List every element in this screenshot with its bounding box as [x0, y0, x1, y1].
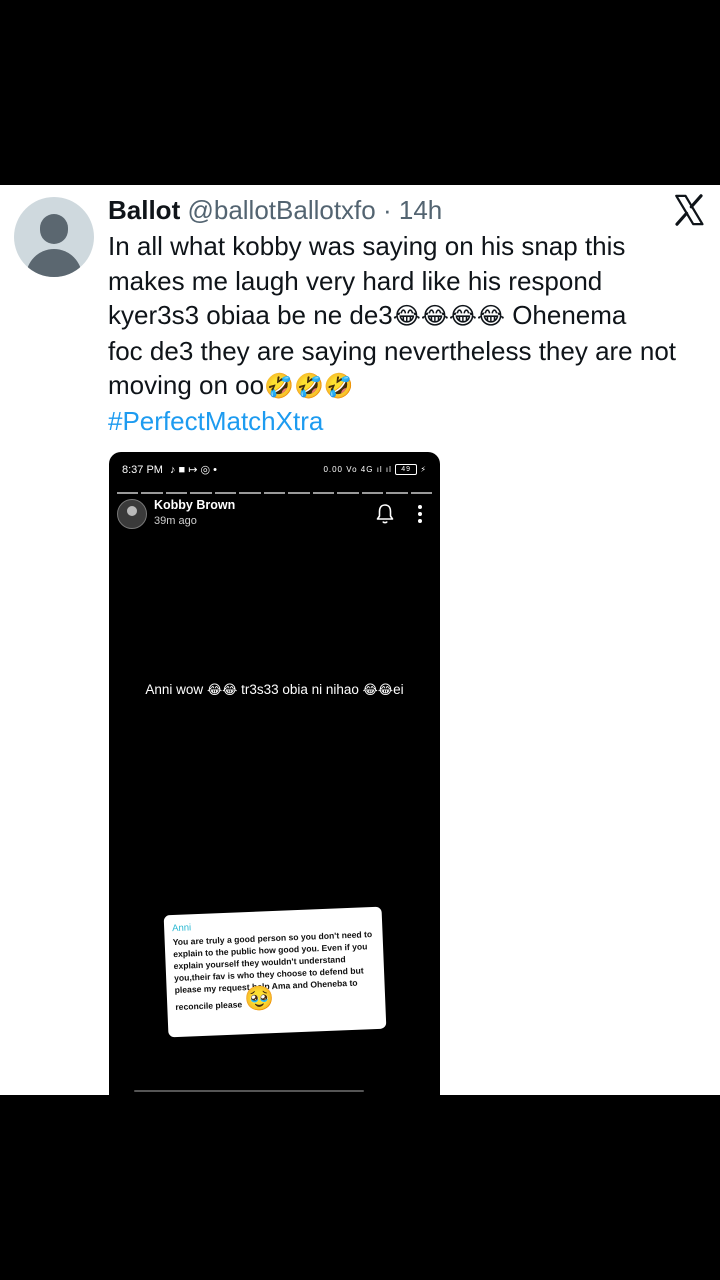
snap-user-header: Kobby Brown 39m ago — [117, 497, 432, 537]
laugh-cry-emoji: 😂😂😂😂 — [392, 302, 505, 330]
snap-user-name: Kobby Brown — [154, 498, 236, 512]
tweet-card[interactable]: Ballot @ballotBallotxfo · 14h In all wha… — [0, 185, 720, 1095]
snap-avatar — [117, 499, 147, 529]
tweet-time[interactable]: 14h — [399, 195, 442, 225]
caption-emoji: 😂😂 — [362, 683, 394, 698]
status-time: 8:37 PM — [122, 464, 163, 476]
avatar-head — [40, 214, 68, 244]
x-logo-icon — [675, 194, 704, 226]
rofl-emoji: 🤣🤣🤣 — [264, 372, 354, 400]
avatar-body — [26, 249, 82, 277]
attached-screenshot-image[interactable]: 8:37 PM ♪ ■ ↦ ◎ • 0.00 Vo 4G ıl ıl 49 ⚡ … — [109, 452, 440, 1095]
snap-post-time: 39m ago — [154, 515, 197, 527]
home-indicator — [134, 1090, 364, 1092]
tweet-line-text: Ohenema — [512, 300, 627, 330]
default-avatar-icon[interactable] — [14, 197, 94, 277]
tweet-line: foc de3 they are saying nevertheless the… — [108, 335, 677, 366]
bell-icon — [376, 504, 394, 524]
tweet-line-text: kyer3s3 obiaa be ne de3 — [108, 300, 393, 330]
tweet-line: moving on oo🤣🤣🤣 — [108, 368, 708, 404]
tweet-text: In all what kobby was saying on his snap… — [108, 229, 708, 438]
reply-sticker-card: Anni You are truly a good person so you … — [163, 906, 387, 1038]
story-progress-bar — [117, 492, 433, 494]
tweet-header: Ballot @ballotBallotxfo · 14h — [108, 193, 442, 227]
caption-text: Anni wow — [145, 682, 207, 697]
status-icons: ♪ ■ ↦ ◎ • — [170, 464, 218, 476]
caption-text: tr3s33 obia ni nihao — [237, 682, 363, 697]
signal-icons: 0.00 Vo 4G ıl ıl — [323, 465, 392, 474]
author-handle[interactable]: @ballotBallotxfo — [187, 195, 375, 225]
sticker-text: You are truly a good person so you don't… — [172, 928, 379, 1013]
tweet-line: makes me laugh very hard like his respon… — [108, 265, 603, 296]
status-right: 0.00 Vo 4G ıl ıl 49 ⚡ — [323, 464, 427, 476]
author-name[interactable]: Ballot — [108, 195, 180, 225]
hashtag-link[interactable]: #PerfectMatchXtra — [108, 404, 708, 439]
sticker-emoji: 🥹 — [243, 984, 275, 1014]
snap-caption: Anni wow 😂😂 tr3s33 obia ni nihao 😂😂ei — [109, 680, 440, 701]
caption-text: ei — [393, 682, 404, 697]
caption-emoji: 😂😂 — [206, 683, 238, 698]
more-options-icon — [416, 503, 424, 527]
tweet-line-text: moving on oo — [108, 370, 265, 400]
tweet-line: In all what kobby was saying on his snap… — [108, 231, 626, 261]
phone-status-bar: 8:37 PM ♪ ■ ↦ ◎ • 0.00 Vo 4G ıl ıl 49 ⚡ — [122, 460, 427, 480]
header-separator: · — [382, 195, 392, 225]
sticker-author: Anni — [171, 922, 192, 935]
tweet-line: kyer3s3 obiaa be ne de3😂😂😂😂 Ohenema — [108, 298, 708, 334]
battery-icon: 49 — [395, 464, 418, 476]
